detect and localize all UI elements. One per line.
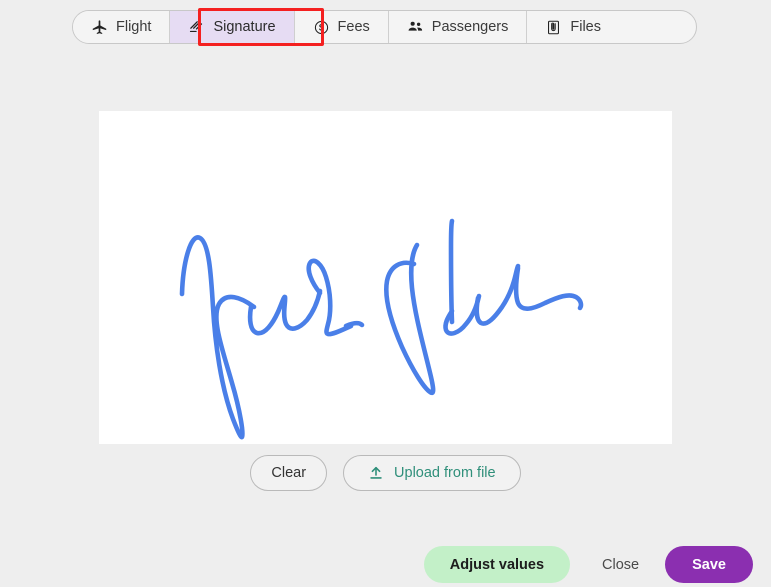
- adjust-values-button[interactable]: Adjust values: [423, 546, 571, 583]
- tab-flight-label: Flight: [116, 18, 152, 35]
- passengers-icon: [407, 19, 424, 36]
- signature-icon: [188, 19, 205, 36]
- upload-from-file-label: Upload from file: [394, 465, 496, 481]
- signature-drawing: [179, 218, 584, 440]
- tab-files[interactable]: Files: [527, 11, 619, 43]
- close-button[interactable]: Close: [584, 546, 657, 583]
- footer-actions: Adjust values Close Save: [423, 546, 753, 583]
- tab-signature[interactable]: Signature: [170, 11, 295, 43]
- tab-flight[interactable]: Flight: [73, 11, 171, 43]
- tab-fees-label: Fees: [337, 18, 370, 35]
- tab-bar: Flight Signature Fees Passengers Files: [72, 10, 697, 44]
- clear-button[interactable]: Clear: [250, 455, 328, 491]
- tab-passengers[interactable]: Passengers: [388, 11, 528, 43]
- tab-files-label: Files: [570, 18, 601, 35]
- upload-icon: [368, 465, 384, 481]
- tab-list: Flight Signature Fees Passengers Files: [72, 10, 697, 44]
- signature-pad[interactable]: [99, 111, 672, 444]
- signature-actions: Clear Upload from file: [0, 455, 771, 491]
- tab-fees[interactable]: Fees: [294, 11, 389, 43]
- upload-from-file-button[interactable]: Upload from file: [343, 455, 521, 491]
- file-icon: [545, 19, 562, 36]
- tab-signature-label: Signature: [213, 18, 276, 35]
- dollar-circle-icon: [313, 19, 330, 36]
- save-button[interactable]: Save: [665, 546, 753, 583]
- tab-passengers-label: Passengers: [431, 18, 509, 35]
- airplane-icon: [91, 19, 108, 36]
